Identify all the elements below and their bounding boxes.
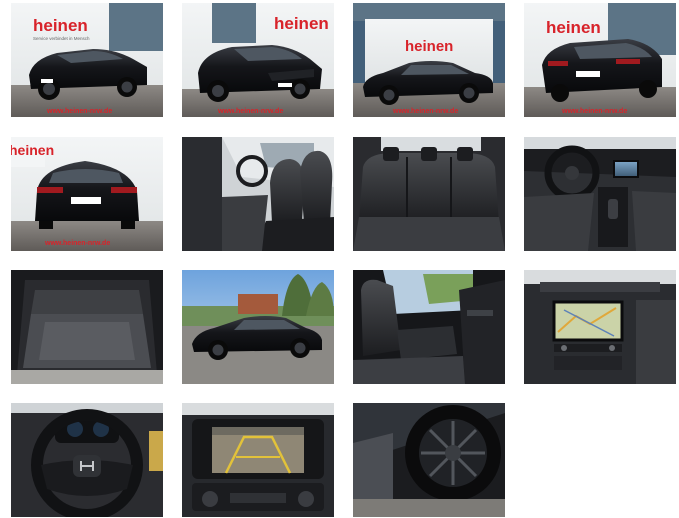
gallery-thumb-cockpit-interior[interactable] — [524, 137, 676, 251]
gallery-thumb-front-seats-interior[interactable] — [182, 137, 334, 251]
website-watermark: www.heinen-nrw.de — [561, 108, 627, 115]
gallery-thumb-side-exterior[interactable]: heinen www.heinen-nrw.de — [353, 3, 505, 117]
website-watermark: www.heinen-nrw.de — [217, 108, 283, 115]
gallery-thumb-front-left-exterior-2[interactable]: heinen www.heinen-nrw.de — [182, 3, 334, 117]
gallery-thumb-open-door-interior[interactable] — [353, 270, 505, 384]
wheel-icon — [353, 403, 505, 517]
image-gallery: heinen Service verbindet in Mensch www.h… — [0, 0, 679, 518]
map-icon — [524, 270, 676, 384]
gallery-thumb-rear-right-exterior[interactable]: heinen www.heinen-nrw.de — [524, 3, 676, 117]
brand-logo: heinen — [274, 14, 329, 33]
gallery-thumb-rear-camera-display[interactable] — [182, 403, 334, 517]
steering-wheel-icon — [11, 403, 163, 517]
website-watermark: www.heinen-nrw.de — [44, 240, 110, 247]
gallery-thumb-alloy-wheel[interactable] — [353, 403, 505, 517]
brand-logo: heinen — [33, 16, 88, 35]
gallery-thumb-front-left-exterior[interactable]: heinen Service verbindet in Mensch www.h… — [11, 3, 163, 117]
car-front-icon: heinen www.heinen-nrw.de — [182, 3, 334, 117]
car-rear-icon: heinen www.heinen-nrw.de — [524, 3, 676, 117]
gallery-thumb-side-outdoor-exterior[interactable] — [182, 270, 334, 384]
car-side-icon — [182, 270, 334, 384]
gallery-thumb-rear-seats-interior[interactable] — [353, 137, 505, 251]
trunk-icon — [11, 270, 163, 384]
brand-logo: heinen — [11, 142, 54, 158]
brand-logo: heinen — [546, 18, 601, 37]
gallery-thumb-steering-wheel[interactable] — [11, 403, 163, 517]
website-watermark: www.heinen-nrw.de — [46, 108, 112, 115]
door-icon — [353, 270, 505, 384]
steering-wheel-icon — [524, 137, 676, 251]
car-side-icon: heinen www.heinen-nrw.de — [353, 3, 505, 117]
seat-icon — [182, 137, 334, 251]
seat-icon — [353, 137, 505, 251]
gallery-thumb-navigation-display[interactable] — [524, 270, 676, 384]
brand-tagline: Service verbindet in Mensch — [33, 36, 90, 41]
gallery-thumb-trunk-interior[interactable] — [11, 270, 163, 384]
gallery-thumb-rear-exterior[interactable]: heinen www.heinen-nrw.de — [11, 137, 163, 251]
website-watermark: www.heinen-nrw.de — [392, 108, 458, 115]
brand-logo: heinen — [405, 38, 453, 55]
car-rear-icon: heinen www.heinen-nrw.de — [11, 137, 163, 251]
car-front-icon: heinen Service verbindet in Mensch www.h… — [11, 3, 163, 117]
camera-icon — [182, 403, 334, 517]
